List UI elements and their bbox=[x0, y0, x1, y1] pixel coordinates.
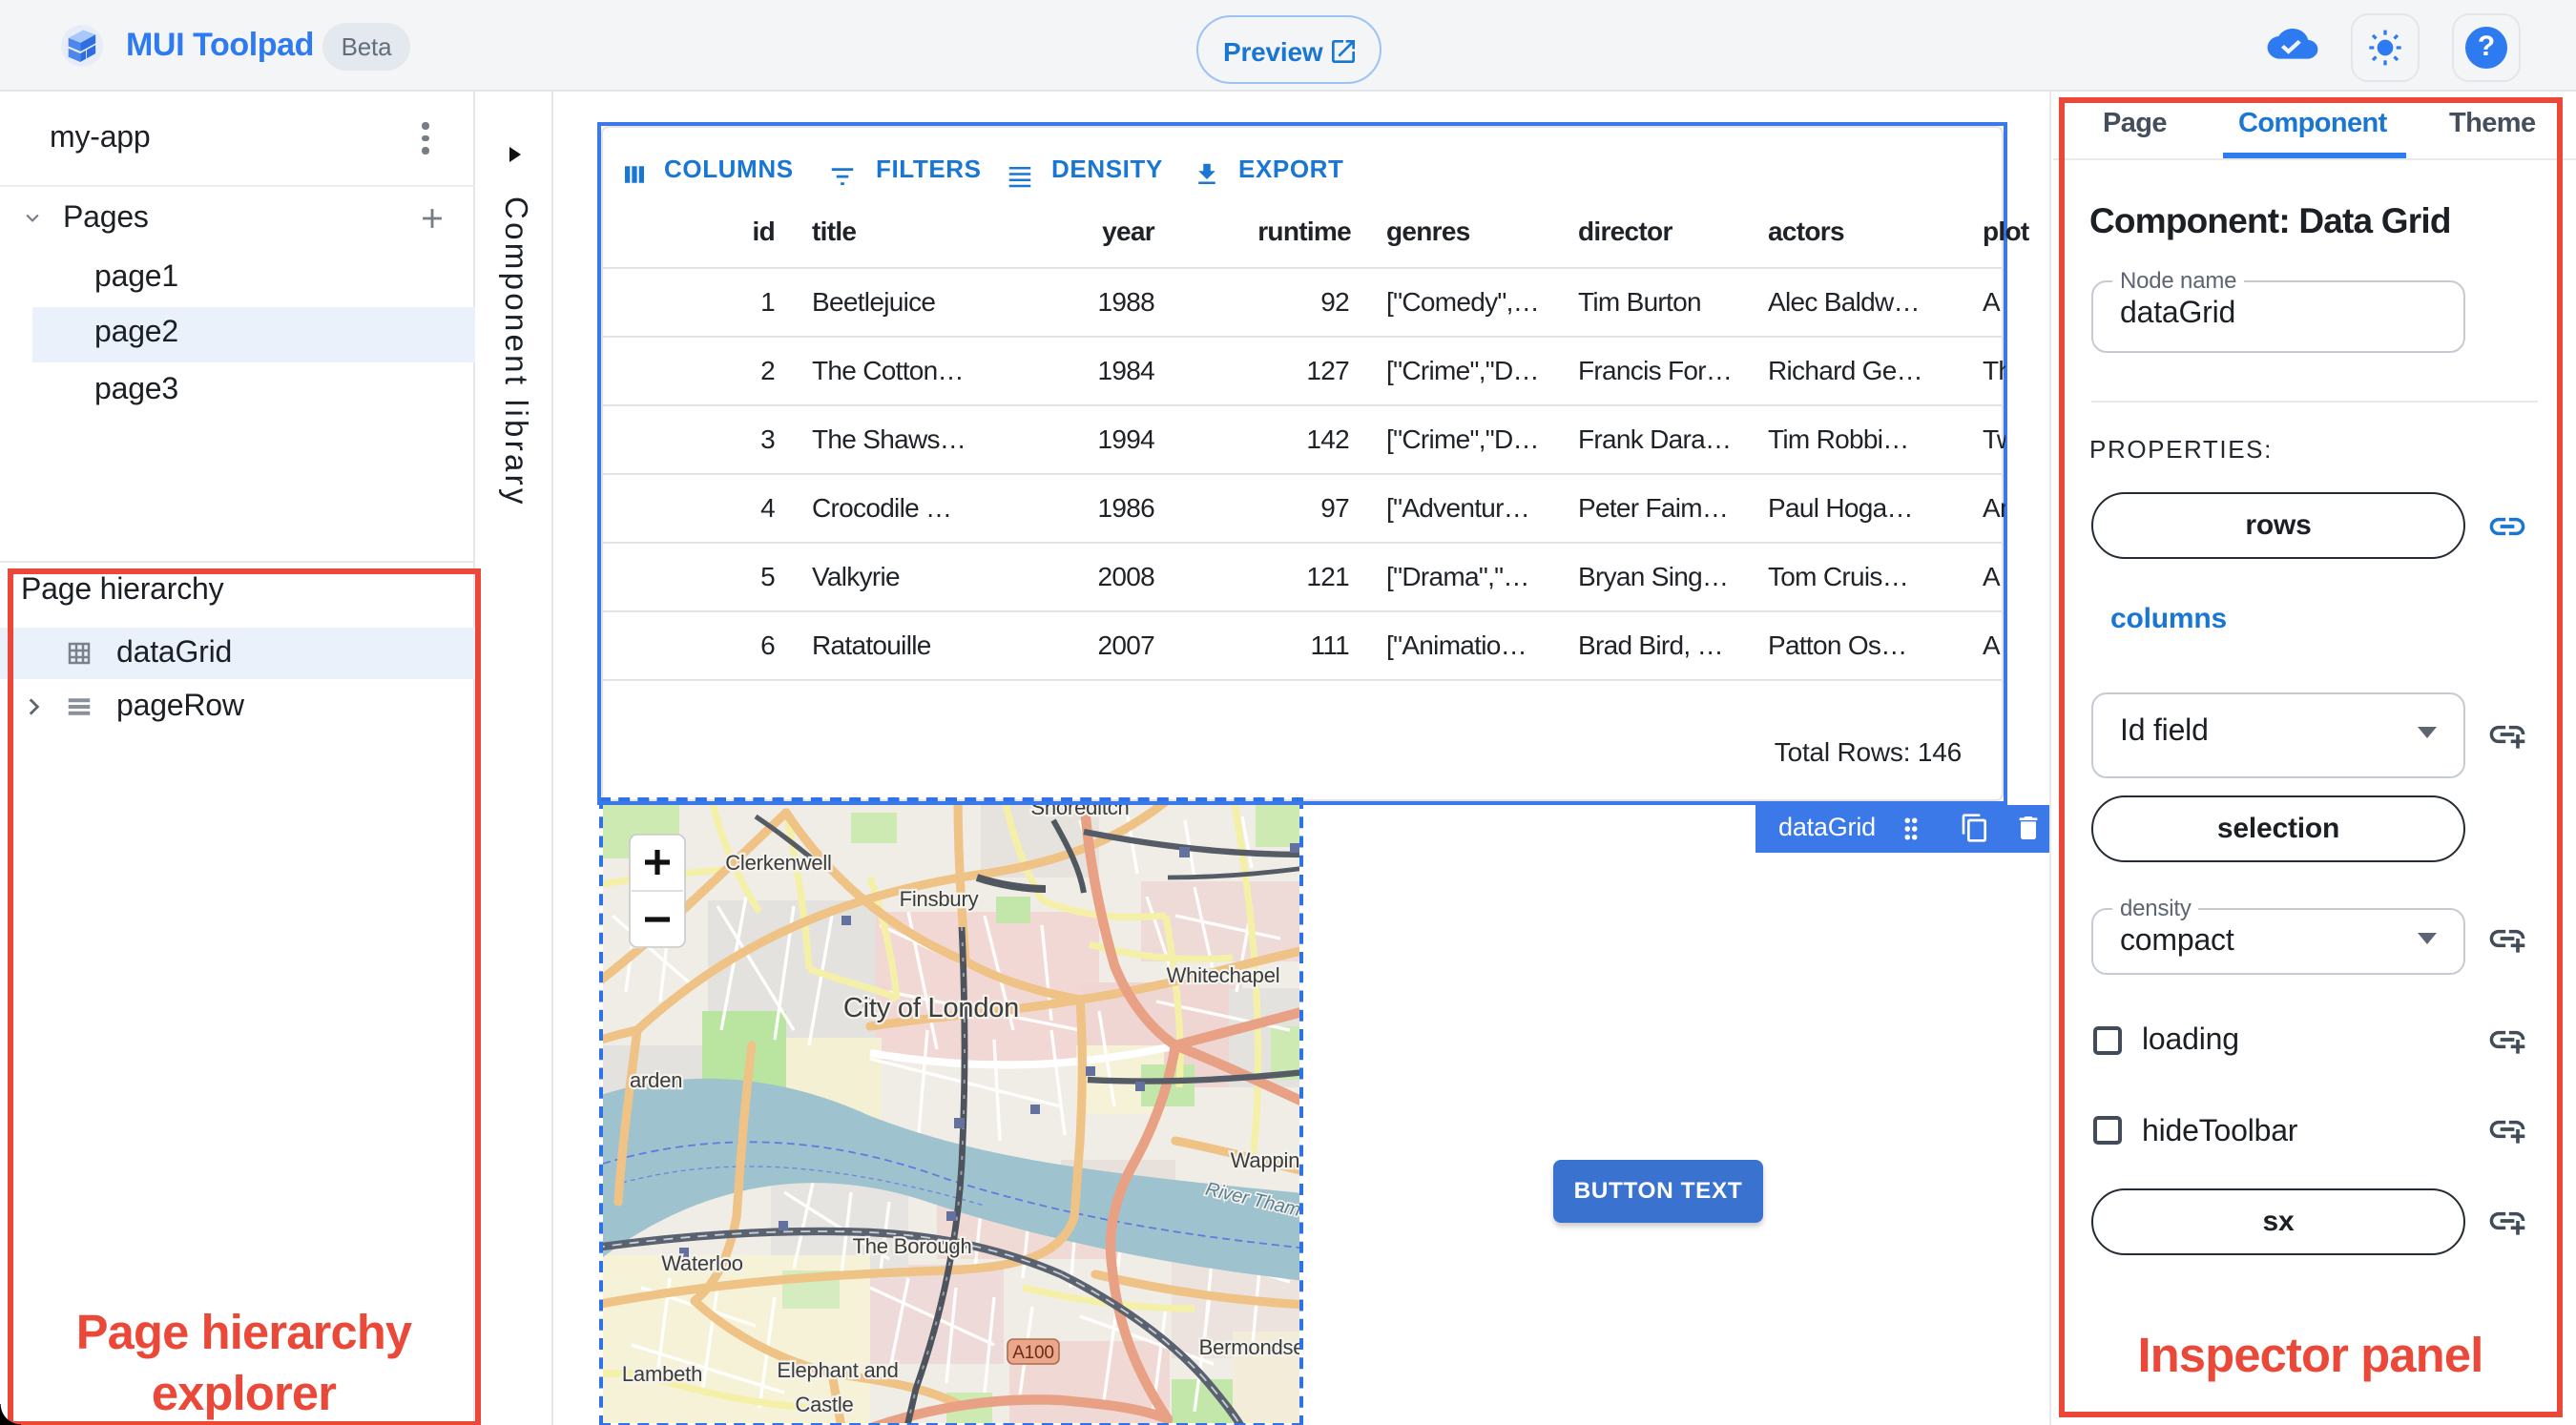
svg-text:arden: arden bbox=[629, 1067, 681, 1091]
svg-text:Waterloo: Waterloo bbox=[660, 1250, 742, 1274]
svg-text:The Borough: The Borough bbox=[852, 1233, 971, 1257]
svg-text:Whitechapel: Whitechapel bbox=[1166, 962, 1279, 986]
svg-text:Finsbury: Finsbury bbox=[899, 886, 978, 910]
svg-text:Bermondse: Bermondse bbox=[1198, 1334, 1298, 1358]
svg-text:Elephant and: Elephant and bbox=[776, 1357, 897, 1381]
svg-text:A100: A100 bbox=[1011, 1342, 1053, 1362]
svg-text:Wapping: Wapping bbox=[1230, 1147, 1298, 1171]
svg-text:Castle: Castle bbox=[794, 1392, 852, 1415]
svg-text:City of London: City of London bbox=[842, 992, 1018, 1022]
svg-text:Clerkenwell: Clerkenwell bbox=[724, 850, 831, 874]
svg-text:Lambeth: Lambeth bbox=[621, 1361, 701, 1385]
